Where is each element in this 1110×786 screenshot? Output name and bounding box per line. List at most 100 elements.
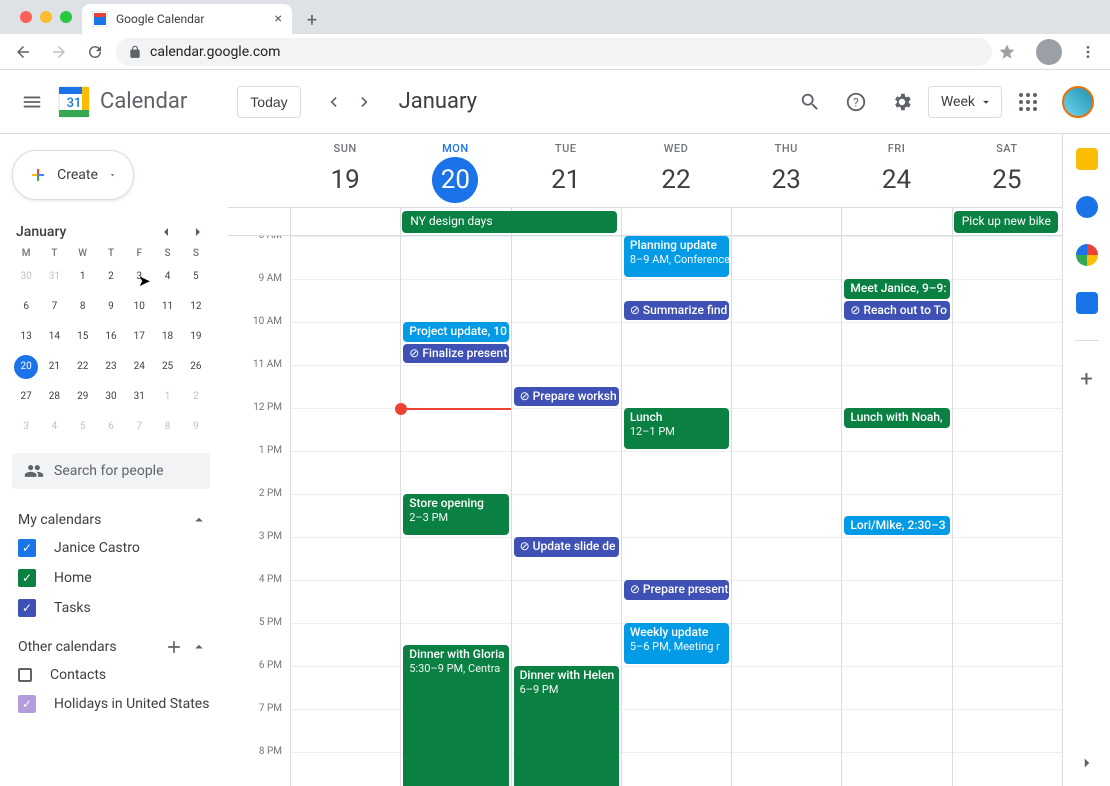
event[interactable]: Project update, 10 [403, 322, 508, 342]
forward-button[interactable] [44, 37, 74, 67]
mini-day[interactable]: 4 [156, 265, 180, 289]
calendar-item[interactable]: Holidays in United States [8, 689, 214, 719]
day-column[interactable] [952, 236, 1062, 786]
event[interactable]: ⊘ Finalize present [403, 344, 508, 364]
account-avatar[interactable] [1062, 86, 1094, 118]
mini-day[interactable]: 2 [99, 265, 123, 289]
event[interactable]: ⊘ Update slide de [514, 537, 619, 557]
close-tab-icon[interactable]: × [275, 11, 282, 27]
day-header[interactable]: TUE21 [511, 134, 621, 207]
hide-panel-button[interactable] [1078, 754, 1096, 772]
mini-day[interactable]: 21 [42, 355, 66, 379]
event[interactable]: Store opening2–3 PM [403, 494, 508, 535]
day-column[interactable]: ⊘ Prepare worksh ⊘ Update slide de Dinner … [511, 236, 621, 786]
mini-day[interactable]: 5 [184, 265, 208, 289]
search-button[interactable] [790, 82, 830, 122]
mini-day[interactable]: 31 [127, 385, 151, 409]
mini-day[interactable]: 12 [184, 295, 208, 319]
event[interactable]: ⊘ Prepare present [624, 580, 729, 600]
mini-day[interactable]: 15 [71, 325, 95, 349]
mini-next-button[interactable] [186, 220, 210, 244]
browser-tab[interactable]: Google Calendar × [82, 4, 292, 34]
mini-day[interactable]: 25 [156, 355, 180, 379]
my-calendars-header[interactable]: My calendars [8, 507, 214, 533]
mini-day[interactable]: 20 [14, 355, 38, 379]
mini-day[interactable]: 13 [14, 325, 38, 349]
event[interactable]: Dinner with Helen6–9 PM [514, 666, 619, 786]
mini-day[interactable]: 17 [127, 325, 151, 349]
mini-day[interactable]: 6 [99, 415, 123, 439]
mini-day[interactable]: 9 [99, 295, 123, 319]
browser-menu-icon[interactable] [1074, 44, 1102, 60]
mini-day[interactable]: 31 [42, 265, 66, 289]
mini-day[interactable]: 7 [42, 295, 66, 319]
mini-calendar[interactable]: MTWTFSS303112345678910111213141516171819… [8, 248, 214, 439]
day-header[interactable]: SUN19 [290, 134, 400, 207]
mini-day[interactable]: 7 [127, 415, 151, 439]
mini-day[interactable]: 2 [184, 385, 208, 409]
mini-day[interactable]: 18 [156, 325, 180, 349]
day-header[interactable]: FRI24 [841, 134, 951, 207]
mini-day[interactable]: 29 [71, 385, 95, 409]
event[interactable]: Planning update8–9 AM, Conference [624, 236, 729, 277]
day-header[interactable]: THU23 [731, 134, 841, 207]
mini-day[interactable]: 23 [99, 355, 123, 379]
calendar-item[interactable]: Contacts [8, 661, 214, 689]
allday-event[interactable]: NY design days [402, 211, 617, 233]
main-menu-button[interactable] [8, 78, 56, 126]
mini-day[interactable]: 5 [71, 415, 95, 439]
calendar-checkbox[interactable] [18, 695, 36, 713]
maps-icon[interactable] [1076, 244, 1098, 266]
day-header[interactable]: SAT25 [952, 134, 1062, 207]
address-bar[interactable]: calendar.google.com [116, 38, 992, 66]
event[interactable]: Weekly update5–6 PM, Meeting r [624, 623, 729, 664]
mini-prev-button[interactable] [154, 220, 178, 244]
mini-day[interactable]: 1 [71, 265, 95, 289]
day-column[interactable] [731, 236, 841, 786]
create-button[interactable]: Create [12, 150, 134, 200]
event[interactable]: Dinner with Gloria5:30–9 PM, Centra [403, 645, 508, 786]
event[interactable]: Meet Janice, 9–9: [844, 279, 949, 299]
calendar-checkbox[interactable] [18, 668, 32, 682]
day-column[interactable]: Planning update8–9 AM, Conference⊘ Summa… [621, 236, 731, 786]
allday-row[interactable]: NY design days Pick up new bike [228, 208, 1062, 236]
mini-day[interactable]: 3 [14, 415, 38, 439]
app-logo[interactable]: 31 Calendar [56, 84, 187, 120]
mini-day[interactable]: 10 [127, 295, 151, 319]
contacts-icon[interactable] [1076, 292, 1098, 314]
bookmark-icon[interactable] [998, 43, 1016, 61]
mini-day[interactable]: 1 [156, 385, 180, 409]
view-switcher[interactable]: Week [928, 86, 1002, 118]
calendar-checkbox[interactable] [18, 599, 36, 617]
mini-day[interactable]: 30 [14, 265, 38, 289]
back-button[interactable] [8, 37, 38, 67]
mini-day[interactable]: 26 [184, 355, 208, 379]
event[interactable]: Lunch with Noah, [844, 408, 949, 428]
day-header[interactable]: WED22 [621, 134, 731, 207]
calendar-checkbox[interactable] [18, 569, 36, 587]
day-column[interactable] [290, 236, 400, 786]
event[interactable]: ⊘ Reach out to To [844, 301, 949, 321]
calendar-item[interactable]: Janice Castro [8, 533, 214, 563]
mini-day[interactable]: 8 [71, 295, 95, 319]
minimize-window-button[interactable] [40, 11, 52, 23]
mini-day[interactable]: 30 [99, 385, 123, 409]
add-addon-button[interactable]: + [1080, 367, 1092, 392]
mini-day[interactable]: 6 [14, 295, 38, 319]
mini-day[interactable]: 11 [156, 295, 180, 319]
mini-day[interactable]: 4 [42, 415, 66, 439]
next-period-button[interactable] [349, 86, 381, 118]
day-column[interactable]: Project update, 10⊘ Finalize present Stor… [400, 236, 510, 786]
new-tab-button[interactable]: + [298, 6, 326, 34]
search-people-input[interactable]: Search for people [12, 453, 210, 489]
mini-day[interactable]: 27 [14, 385, 38, 409]
mini-day[interactable]: 16 [99, 325, 123, 349]
prev-period-button[interactable] [317, 86, 349, 118]
allday-event[interactable]: Pick up new bike [954, 211, 1058, 233]
other-calendars-header[interactable]: Other calendars [8, 633, 214, 661]
event[interactable]: ⊘ Prepare worksh [514, 387, 619, 407]
add-calendar-icon[interactable] [164, 637, 184, 657]
mini-day[interactable]: 24 [127, 355, 151, 379]
mini-day[interactable]: 8 [156, 415, 180, 439]
profile-button[interactable] [1036, 39, 1062, 65]
